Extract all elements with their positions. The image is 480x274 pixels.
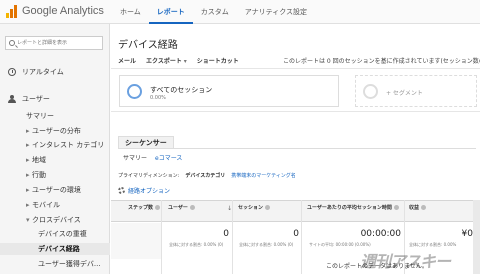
sidebar-item-summary[interactable]: サマリー [26, 111, 54, 121]
column-divider [301, 200, 302, 274]
add-segment-label: + セグメント [386, 90, 423, 97]
sidebar-item-label: リアルタイム [22, 68, 64, 76]
dimension-marketing-name[interactable]: 携帯端末のマーケティング名 [231, 172, 296, 179]
subtabs: サマリー eコマース [123, 153, 190, 162]
help-icon[interactable] [189, 205, 195, 210]
path-options-button[interactable]: 経路オプション [118, 186, 170, 195]
sidebar-item-label: ユーザーの分布 [32, 127, 81, 135]
sidebar-item-device-paths[interactable]: デバイス経路 [38, 244, 80, 254]
sidebar-item-geo[interactable]: ▸ 地域 [26, 155, 46, 165]
shortcut-button[interactable]: ショートカット [197, 56, 239, 65]
sidebar-search[interactable] [5, 36, 103, 50]
tab-sequencer[interactable]: シーケンサー [118, 136, 174, 148]
sidebar-item-label: ユーザー [22, 95, 50, 103]
top-nav: ホーム レポート カスタム アナリティクス設定 [112, 0, 315, 24]
sidebar-item-label: ユーザーの環境 [32, 186, 81, 194]
sidebar: リアルタイム ユーザー サマリー ▸ユーザーの分布 ▸インタレスト カテゴリ ▸… [0, 24, 110, 274]
header-steps[interactable]: ステップ数 [128, 204, 161, 211]
users-icon [8, 95, 16, 103]
sidebar-item-realtime[interactable]: リアルタイム [8, 67, 64, 77]
primary-dimension-bar: プライマリディメンション: デバイスカテゴリ 携帯端末のマーケティング名 [118, 172, 302, 179]
sampling-note: このレポートは 0 回のセッションを基に作成されています(セッション数の 10 [283, 58, 480, 65]
help-icon[interactable] [393, 205, 399, 210]
segment-ring-icon [363, 84, 378, 99]
report-toolbar: メール エクスポート ショートカット [118, 56, 249, 65]
segment-percent: 0.00% [150, 95, 166, 101]
sidebar-item-cross-device[interactable]: ▾ クロスデバイス [26, 215, 81, 225]
sidebar-item-label: 地域 [32, 156, 46, 164]
header-label: ユーザーあたりの平均セッション時間 [307, 205, 392, 211]
nav-custom[interactable]: カスタム [193, 0, 237, 24]
sessions-total: 0 [293, 229, 299, 239]
users-total: 0 [223, 229, 229, 239]
gear-icon [118, 187, 125, 194]
subtab-summary[interactable]: サマリー [123, 153, 147, 162]
main-content: デバイス経路 メール エクスポート ショートカット このレポートは 0 回のセッ… [111, 24, 480, 274]
subtab-ecommerce[interactable]: eコマース [155, 153, 182, 162]
sidebar-item-users[interactable]: ユーザー [8, 94, 50, 104]
export-button[interactable]: エクスポート [146, 56, 187, 65]
header-revenue[interactable]: 収益 [409, 204, 427, 211]
page-title: デバイス経路 [118, 40, 178, 51]
clock-icon [8, 68, 16, 76]
sidebar-item-device-overlap[interactable]: デバイスの重複 [38, 229, 87, 239]
steps-cell [111, 223, 161, 259]
sidebar-item-interests[interactable]: ▸ インタレスト カテゴリ [26, 140, 104, 150]
nav-home[interactable]: ホーム [112, 0, 149, 24]
avg-duration-total: 00:00:00 [360, 229, 401, 239]
primary-dimension-label: プライマリディメンション: [118, 173, 180, 179]
sessions-total-share: 全体に対する割合: 0.00% (0) [239, 242, 294, 247]
header-label: ステップ数 [128, 205, 154, 211]
search-icon [9, 40, 15, 46]
sidebar-item-behavior[interactable]: ▸ 行動 [26, 170, 46, 180]
users-total-share: 全体に対する割合: 0.00% (0) [169, 242, 224, 247]
segment-bar: すべてのセッション 0.00% + セグメント [111, 68, 480, 112]
app-name: Google Analytics [22, 5, 104, 17]
tab-divider [118, 148, 476, 149]
sidebar-item-label: クロスデバイス [32, 216, 81, 224]
add-segment-button[interactable]: + セグメント [355, 75, 477, 107]
path-options-label: 経路オプション [128, 188, 171, 195]
header-label: ユーザー [168, 205, 188, 211]
header-avg-session-duration[interactable]: ユーザーあたりの平均セッション時間 [307, 204, 399, 211]
revenue-total: ¥0 [461, 229, 473, 239]
column-divider [161, 200, 162, 274]
email-button[interactable]: メール [118, 56, 136, 65]
help-icon[interactable] [265, 205, 271, 210]
header-label: セッション [238, 205, 264, 211]
analytics-logo-icon [6, 4, 18, 18]
help-icon[interactable] [421, 205, 427, 210]
segment-ring-icon [127, 84, 142, 99]
search-input[interactable] [17, 38, 101, 48]
sidebar-item-mobile[interactable]: ▸ モバイル [26, 200, 60, 210]
sidebar-item-technology[interactable]: ▸ ユーザーの環境 [26, 185, 81, 195]
header-sessions[interactable]: セッション [238, 204, 271, 211]
segment-name: すべてのセッション [150, 86, 213, 94]
horizontal-scroll-edge[interactable] [473, 200, 480, 274]
nav-reports[interactable]: レポート [148, 0, 193, 24]
sidebar-item-label: モバイル [32, 201, 60, 209]
sidebar-item-acquisition-device[interactable]: ユーザー獲得デバ... [38, 259, 101, 269]
segment-all-sessions[interactable]: すべてのセッション 0.00% [119, 75, 339, 107]
help-icon[interactable] [155, 205, 161, 210]
header-users[interactable]: ユーザー [168, 204, 195, 211]
dimension-device-category[interactable]: デバイスカテゴリ [185, 172, 225, 179]
sidebar-item-label: インタレスト カテゴリ [32, 141, 105, 149]
sidebar-item-label: 行動 [32, 171, 46, 179]
header-label: 収益 [409, 205, 420, 211]
top-bar: Google Analytics ホーム レポート カスタム アナリティクス設定 [0, 0, 480, 24]
watermark: 週刊アスキー [360, 252, 451, 271]
sidebar-item-demographics[interactable]: ▸ ユーザーの分布 [26, 126, 81, 136]
google-analytics-logo[interactable]: Google Analytics [6, 4, 104, 18]
column-divider [232, 200, 233, 274]
nav-admin[interactable]: アナリティクス設定 [237, 0, 315, 24]
